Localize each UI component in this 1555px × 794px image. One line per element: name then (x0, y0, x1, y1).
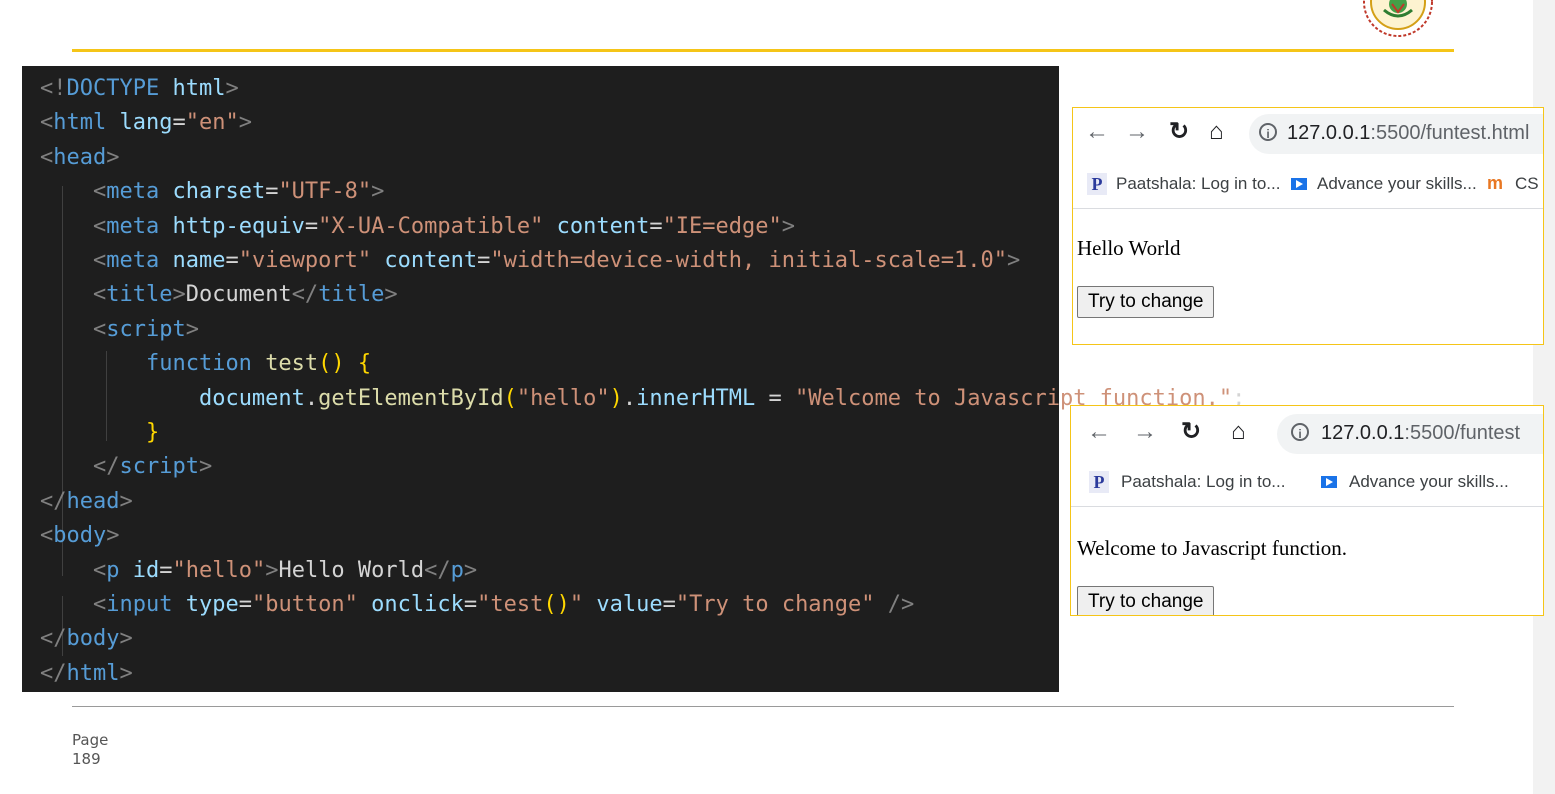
home-icon[interactable]: ⌂ (1209, 118, 1224, 146)
bookmarks-divider (1073, 208, 1543, 209)
url-text: 127.0.0.1:5500/funtest (1321, 422, 1520, 445)
code-line: <html lang="en"> (40, 110, 252, 136)
code-line: </script> (92, 454, 213, 480)
code-line: document.getElementById("hello").innerHT… (198, 385, 1246, 411)
code-line: </head> (40, 488, 133, 514)
code-line: } (145, 420, 160, 445)
forward-arrow-icon[interactable]: → (1125, 118, 1149, 146)
forward-arrow-icon[interactable]: → (1133, 418, 1157, 446)
reload-icon[interactable]: ↻ (1181, 418, 1201, 446)
course-favicon-icon (1291, 178, 1307, 190)
bookmark-paatshala[interactable]: Paatshala: Log in to... (1121, 472, 1285, 492)
code-line: <meta charset="UTF-8"> (92, 179, 385, 205)
browser-toolbar: ← → ↻ ⌂ i 127.0.0.1:5500/funtest.html (1073, 108, 1543, 158)
page-word: Page (72, 731, 109, 749)
address-bar[interactable]: i 127.0.0.1:5500/funtest.html (1249, 114, 1543, 154)
course-favicon-icon (1321, 476, 1337, 488)
code-line: <!DOCTYPE html> (40, 76, 239, 101)
header-rule (72, 49, 1454, 52)
address-bar[interactable]: i 127.0.0.1:5500/funtest (1277, 414, 1543, 454)
welcome-paragraph: Welcome to Javascript function. (1077, 536, 1348, 560)
home-icon[interactable]: ⌂ (1231, 418, 1246, 446)
moodle-favicon-icon: m (1487, 173, 1504, 193)
browser-window-before: ← → ↻ ⌂ i 127.0.0.1:5500/funtest.html P … (1072, 107, 1544, 345)
code-line: <body> (40, 523, 120, 549)
bookmarks-divider (1071, 506, 1543, 507)
footer-rule (72, 706, 1454, 707)
indent-guide (62, 186, 63, 576)
site-info-icon[interactable]: i (1259, 123, 1277, 141)
code-line: <title>Document</title> (92, 282, 398, 308)
try-to-change-button[interactable]: Try to change (1077, 286, 1215, 318)
code-line: <meta name="viewport" content="width=dev… (92, 248, 1021, 273)
bookmarks-bar: P Paatshala: Log in to... Advance your s… (1073, 162, 1543, 208)
code-line: <meta http-equiv="X-UA-Compatible" conte… (92, 213, 796, 239)
url-path: :5500/funtest.html (1370, 122, 1530, 144)
bookmark-advance-skills[interactable]: Advance your skills... (1349, 472, 1509, 492)
code-line: <head> (40, 144, 120, 170)
code-editor-screenshot: <!DOCTYPE html> <html lang="en"> <head> <m… (22, 66, 1245, 692)
code-line: </body> (40, 626, 133, 652)
paatshala-favicon-icon: P (1087, 173, 1107, 195)
back-arrow-icon[interactable]: ← (1085, 118, 1109, 146)
paatshala-favicon-icon: P (1089, 471, 1109, 493)
bookmark-cs[interactable]: CS (1515, 174, 1539, 194)
url-host: 127.0.0.1 (1321, 422, 1405, 444)
code-line: <p id="hello">Hello World</p> (92, 557, 478, 583)
browser-toolbar: ← → ↻ ⌂ i 127.0.0.1:5500/funtest (1071, 406, 1543, 456)
bookmarks-bar: P Paatshala: Log in to... Advance your s… (1071, 460, 1543, 506)
back-arrow-icon[interactable]: ← (1087, 418, 1111, 446)
bookmark-paatshala[interactable]: Paatshala: Log in to... (1116, 174, 1280, 194)
hello-paragraph: Hello World (1077, 236, 1181, 260)
site-info-icon[interactable]: i (1291, 423, 1309, 441)
browser-window-after: ← → ↻ ⌂ i 127.0.0.1:5500/funtest P Paats… (1070, 405, 1544, 616)
code-line: <input type="button" onclick="test()" va… (92, 592, 915, 617)
bookmark-advance-skills[interactable]: Advance your skills... (1317, 174, 1477, 194)
institution-logo (1363, 0, 1433, 37)
page-number: Page 189 (72, 731, 108, 769)
url-text: 127.0.0.1:5500/funtest.html (1287, 122, 1529, 145)
code-line: function test() { (145, 351, 372, 377)
try-to-change-button[interactable]: Try to change (1077, 586, 1215, 615)
code-line: <script> (92, 316, 199, 342)
reload-icon[interactable]: ↻ (1169, 118, 1189, 146)
page-number-value: 189 (72, 750, 101, 768)
url-path: :5500/funtest (1404, 422, 1521, 444)
code-line: </html> (40, 660, 133, 686)
url-host: 127.0.0.1 (1287, 122, 1371, 144)
